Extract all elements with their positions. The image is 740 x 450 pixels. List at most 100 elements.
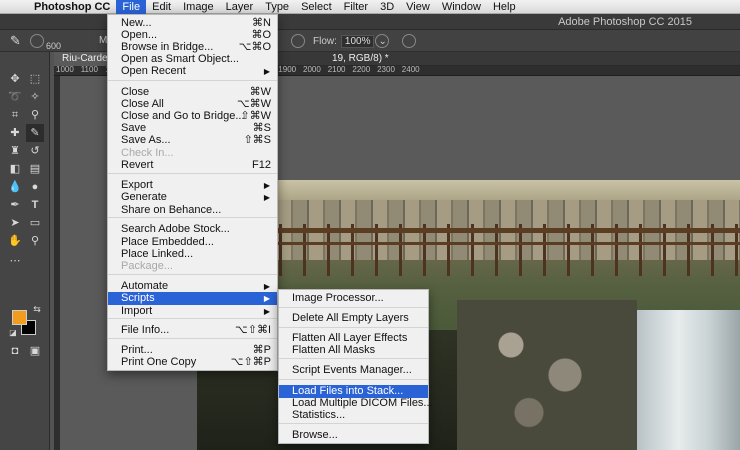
scripts-menu-item-delete-all-empty-layers[interactable]: Delete All Empty Layers xyxy=(279,312,428,325)
menu-view[interactable]: View xyxy=(400,0,436,14)
flow-input[interactable]: 100% xyxy=(340,35,375,48)
scripts-menu-item-flatten-all-masks[interactable]: Flatten All Masks xyxy=(279,344,428,357)
default-colors-icon[interactable]: ◪ xyxy=(4,324,22,342)
menu-filter[interactable]: Filter xyxy=(338,0,374,14)
quick-select-tool-icon[interactable]: ✧ xyxy=(26,88,44,106)
file-menu-item-save-as[interactable]: Save As... ⇧⌘S xyxy=(108,134,277,147)
file-menu-item-open-recent[interactable]: Open Recent ▶ xyxy=(108,65,277,78)
window-title: Adobe Photoshop CC 2015 xyxy=(558,16,692,28)
crop-tool-icon[interactable]: ⌗ xyxy=(6,106,24,124)
menu-3d[interactable]: 3D xyxy=(374,0,400,14)
hand-tool-icon[interactable]: ✋ xyxy=(6,232,24,250)
quick-mask-icon[interactable]: ◘ xyxy=(6,342,24,360)
file-menu-item-package: Package... xyxy=(108,260,277,273)
menu-item-shortcut: ⌥⇧⌘P xyxy=(230,356,271,368)
menu-app-photoshop[interactable]: Photoshop CC xyxy=(28,0,116,14)
brush-preset-icon[interactable] xyxy=(30,34,44,48)
file-menu-item-revert[interactable]: Revert F12 xyxy=(108,159,277,172)
more-tools-icon[interactable]: ⋯ xyxy=(6,252,24,270)
healing-tool-icon[interactable]: ✚ xyxy=(6,124,24,142)
brush-size-value: 600 xyxy=(46,41,62,51)
menu-item-label: Image Processor... xyxy=(292,292,384,304)
menu-item-label: Save As... xyxy=(121,134,171,146)
flow-pressure-icon[interactable] xyxy=(402,34,416,48)
menu-separator xyxy=(279,379,428,380)
move-tool-icon[interactable]: ✥ xyxy=(6,70,24,88)
brush-tool-icon[interactable]: ✎ xyxy=(26,124,44,142)
scripts-submenu: Image Processor... Delete All Empty Layer… xyxy=(278,289,433,444)
screen-mode-icon[interactable]: ▣ xyxy=(26,342,44,360)
scripts-menu-item-statistics[interactable]: Statistics... xyxy=(279,409,428,422)
submenu-arrow-icon: ▶ xyxy=(263,294,270,303)
menu-item-shortcut: ⇧⌘S xyxy=(243,134,271,146)
menu-edit[interactable]: Edit xyxy=(146,0,177,14)
ruler-tick-label: 1000 xyxy=(56,65,74,74)
scripts-menu-item-image-processor[interactable]: Image Processor... xyxy=(279,292,428,305)
menu-type[interactable]: Type xyxy=(259,0,295,14)
image-fence-rail xyxy=(197,228,740,233)
flow-label: Flow: xyxy=(313,36,337,47)
stamp-tool-icon[interactable]: ♜ xyxy=(6,142,24,160)
ruler-tick-label: 2100 xyxy=(327,65,346,74)
ruler-tick-label: 2300 xyxy=(377,65,395,74)
menu-item-label: Open Recent xyxy=(121,65,186,77)
menu-separator xyxy=(279,307,428,308)
gradient-tool-icon[interactable]: ▤ xyxy=(26,160,44,178)
foreground-color-swatch[interactable] xyxy=(12,310,27,325)
path-select-tool-icon[interactable]: ➤ xyxy=(6,214,24,232)
menu-separator xyxy=(108,318,277,319)
menu-help[interactable]: Help xyxy=(487,0,522,14)
ruler-tick-label: 2200 xyxy=(352,65,371,74)
dodge-tool-icon[interactable]: ● xyxy=(26,178,44,196)
scripts-menu-item-script-events-manager[interactable]: Script Events Manager... xyxy=(279,364,428,377)
menu-item-label: Share on Behance... xyxy=(121,204,222,216)
shape-tool-icon[interactable]: ▭ xyxy=(26,214,44,232)
type-tool-icon[interactable]: T xyxy=(26,196,44,214)
eraser-tool-icon[interactable]: ◧ xyxy=(6,160,24,178)
menu-separator xyxy=(108,80,277,81)
menu-separator xyxy=(108,217,277,218)
menu-separator xyxy=(279,358,428,359)
file-menu-item-generate[interactable]: Generate ▶ xyxy=(108,191,277,204)
menu-item-label: Search Adobe Stock... xyxy=(121,223,230,235)
menu-item-shortcut: ⌥⇧⌘I xyxy=(235,324,271,336)
scripts-menu-item-browse[interactable]: Browse... xyxy=(279,429,428,442)
lasso-tool-icon[interactable]: ➰ xyxy=(6,88,24,106)
mac-menu-bar: Photoshop CC File Edit Image Layer Type … xyxy=(0,0,740,14)
opacity-pressure-icon[interactable] xyxy=(291,34,305,48)
file-menu-item-share-on-behance[interactable]: Share on Behance... xyxy=(108,204,277,217)
file-menu-item-import[interactable]: Import ▶ xyxy=(108,305,277,318)
submenu-arrow-icon: ▶ xyxy=(263,67,270,76)
menu-item-label: Revert xyxy=(121,159,154,171)
brush-tool-icon[interactable]: ✎ xyxy=(10,33,21,49)
file-menu-item-file-info[interactable]: File Info... ⌥⇧⌘I xyxy=(108,324,277,337)
file-menu-item-search-adobe-stock[interactable]: Search Adobe Stock... xyxy=(108,223,277,236)
menu-layer[interactable]: Layer xyxy=(220,0,260,14)
photoshop-window: Photoshop CC File Edit Image Layer Type … xyxy=(0,0,740,450)
ruler-tick-label: 1900 xyxy=(278,65,297,74)
document-tab-info: 19, RGB/8) * xyxy=(332,53,389,64)
airbrush-icon[interactable] xyxy=(375,34,389,48)
tools-panel: ✥ ⬚ ➰ ✧ ⌗ ⚲ ✚ ✎ ♜ ↺ ◧ ▤ 💧 ● ✒ T ➤ ▭ ✋ ⚲ … xyxy=(0,52,50,450)
menu-image[interactable]: Image xyxy=(177,0,220,14)
menu-item-label: Delete All Empty Layers xyxy=(292,312,409,324)
file-menu-item-scripts[interactable]: Scripts ▶ xyxy=(108,292,277,305)
ruler-tick-label: 2000 xyxy=(303,65,321,74)
image-waterfall xyxy=(637,310,740,450)
eyedropper-tool-icon[interactable]: ⚲ xyxy=(26,106,44,124)
file-menu-item-print-one-copy[interactable]: Print One Copy ⌥⇧⌘P xyxy=(108,356,277,369)
blur-tool-icon[interactable]: 💧 xyxy=(6,178,24,196)
swap-colors-icon[interactable]: ⇆ xyxy=(28,300,46,318)
menu-window[interactable]: Window xyxy=(436,0,487,14)
menu-separator xyxy=(108,173,277,174)
menu-item-label: Statistics... xyxy=(292,409,346,421)
marquee-tool-icon[interactable]: ⬚ xyxy=(26,70,44,88)
menu-file[interactable]: File xyxy=(116,0,147,14)
menu-item-label: Generate xyxy=(121,191,167,203)
pen-tool-icon[interactable]: ✒ xyxy=(6,196,24,214)
zoom-tool-icon[interactable]: ⚲ xyxy=(26,232,44,250)
menu-select[interactable]: Select xyxy=(295,0,338,14)
image-rocks xyxy=(457,300,637,450)
image-fence-rail-lower xyxy=(197,242,740,245)
history-brush-tool-icon[interactable]: ↺ xyxy=(26,142,44,160)
